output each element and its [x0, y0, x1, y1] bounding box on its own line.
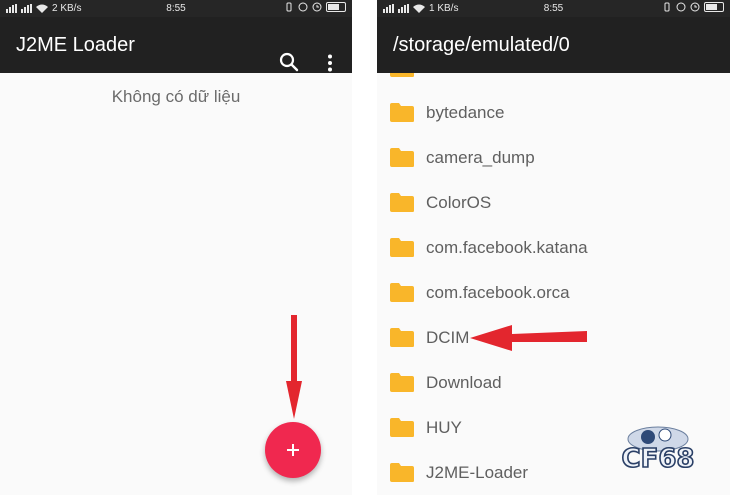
sync-icon	[312, 2, 322, 12]
folder-row-bytedance[interactable]: bytedance	[377, 90, 730, 135]
folder-name: J2ME-Loader	[426, 463, 529, 482]
folder-name: Download	[426, 373, 502, 392]
battery-icon	[326, 2, 346, 12]
app-title: J2ME Loader	[16, 34, 135, 56]
folder-name: camera_dump	[426, 148, 535, 167]
folder-icon	[390, 373, 414, 392]
alarm-icon	[298, 2, 308, 12]
logo-text: CF68	[621, 444, 694, 474]
app-toolbar: J2ME Loader	[0, 17, 352, 73]
folder-row-camera-dump[interactable]: camera_dump	[377, 135, 730, 180]
battery-icon	[704, 2, 724, 12]
folder-name: DCIM	[426, 328, 470, 347]
folder-name: ColorOS	[426, 193, 492, 212]
right-screen: 1 KB/s 8:55 Android bytedance camera_dum…	[377, 0, 730, 495]
empty-message: Không có dữ liệu	[111, 87, 241, 106]
folder-row-download[interactable]: Download	[377, 360, 730, 405]
add-button[interactable]	[265, 422, 321, 478]
down-arrow-annotation	[286, 315, 302, 419]
cf68-logo-graphic: CF68	[621, 426, 695, 475]
folder-icon	[390, 328, 414, 347]
folder-icon	[390, 418, 414, 437]
folder-icon	[390, 238, 414, 257]
vibrate-icon	[664, 2, 670, 12]
folder-name: bytedance	[426, 103, 505, 122]
folder-icon	[390, 148, 414, 167]
folder-row-com-facebook-orca[interactable]: com.facebook.orca	[377, 270, 730, 315]
search-icon[interactable]	[279, 52, 299, 72]
current-path: /storage/emulated/0	[393, 34, 570, 56]
path-toolbar: /storage/emulated/0	[377, 17, 730, 73]
folder-icon	[390, 463, 414, 482]
folder-icon	[390, 193, 414, 212]
status-bar: 2 KB/s 8:55	[0, 0, 352, 17]
folder-icon	[390, 283, 414, 302]
alarm-icon	[676, 2, 686, 12]
status-bar: 1 KB/s 8:55	[377, 0, 730, 17]
folder-row-coloros[interactable]: ColorOS	[377, 180, 730, 225]
sync-icon	[690, 2, 700, 12]
folder-icon	[390, 103, 414, 122]
left-arrow-annotation	[470, 325, 587, 351]
folder-name: com.facebook.orca	[426, 283, 570, 302]
cf68-logo: CF68	[603, 423, 713, 475]
folder-name: HUY	[426, 418, 462, 437]
plus-icon	[287, 444, 299, 456]
left-screen: 2 KB/s 8:55 J2ME Loader Không có dữ liệu	[0, 0, 352, 495]
folder-row-com-facebook-katana[interactable]: com.facebook.katana	[377, 225, 730, 270]
folder-name: com.facebook.katana	[426, 238, 588, 257]
more-options-icon[interactable]	[326, 54, 334, 72]
vibrate-icon	[286, 2, 292, 12]
